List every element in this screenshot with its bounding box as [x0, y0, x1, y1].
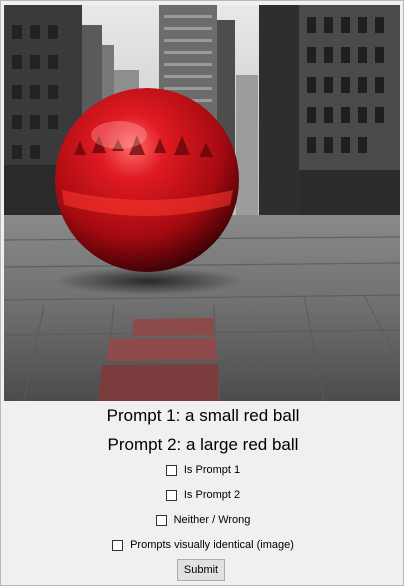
generated-image [4, 5, 400, 401]
checkbox-prompts-identical[interactable] [112, 539, 124, 551]
option-is-prompt-2[interactable]: Is Prompt 2 [1, 489, 404, 501]
option-label: Is Prompt 1 [183, 464, 241, 476]
option-label: Neither / Wrong [173, 514, 251, 526]
checkbox-is-prompt-2[interactable] [165, 489, 177, 501]
checkbox-is-prompt-1[interactable] [165, 464, 177, 476]
checkbox-neither-wrong[interactable] [155, 514, 167, 526]
submit-button[interactable]: Submit [177, 559, 225, 581]
app-window: Prompt 1: a small red ball Prompt 2: a l… [0, 0, 404, 586]
prompt-2-text: Prompt 2: a large red ball [107, 435, 299, 454]
option-neither-wrong[interactable]: Neither / Wrong [1, 514, 404, 526]
option-label: Prompts visually identical (image) [130, 539, 294, 551]
prompt-1-text: Prompt 1: a small red ball [106, 406, 300, 425]
option-label: Is Prompt 2 [183, 489, 241, 501]
option-is-prompt-1[interactable]: Is Prompt 1 [1, 464, 404, 476]
option-prompts-identical[interactable]: Prompts visually identical (image) [1, 539, 404, 551]
